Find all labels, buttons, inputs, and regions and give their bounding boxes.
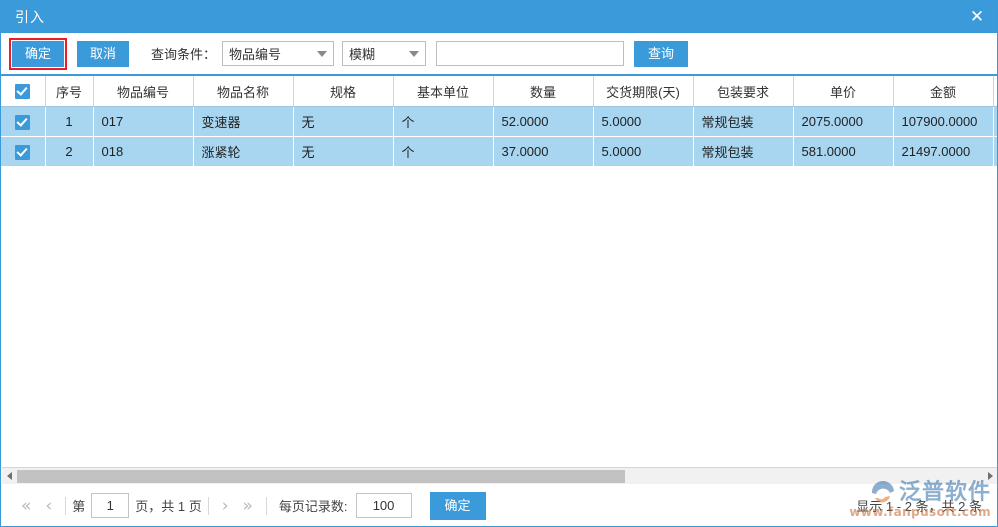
column-header-price: 单价: [793, 76, 894, 107]
cell-price: 2075.0000: [793, 106, 894, 137]
scroll-right-arrow-icon[interactable]: [983, 469, 997, 484]
record-count-label: 显示 1 - 2 条，共 2 条: [856, 499, 982, 514]
table-header-row: 序号 物品编号 物品名称 规格 基本单位 数量 交货期限(天) 包装要求 单价 金额: [1, 76, 997, 107]
row-select-cell: [1, 106, 46, 137]
scroll-left-arrow-icon[interactable]: [2, 469, 17, 484]
title-bar: 引入 ✕: [1, 1, 997, 33]
import-dialog-window: 引入 ✕ 确定 取消 查询条件： 物品编号 模糊 查询 序号 物品编号 物品名称 规格…: [0, 0, 998, 527]
page-number-input[interactable]: [91, 493, 130, 518]
cell-amount: 21497.0000: [893, 136, 994, 167]
pager-divider: [207, 496, 209, 515]
select-all-header-cell: [1, 76, 46, 107]
confirm-button-highlight: 确定: [9, 37, 67, 70]
query-match-select[interactable]: 模糊: [342, 41, 427, 66]
row-select-cell: [1, 136, 46, 167]
page-prefix-label: 第: [72, 499, 86, 514]
cell-item_no: 018: [93, 136, 194, 167]
cell-unit: 个: [393, 106, 494, 137]
cell-qty: 52.0000: [493, 106, 594, 137]
cell-qty: 37.0000: [493, 136, 594, 167]
pager-divider: [65, 496, 67, 515]
cell-amount: 107900.0000: [893, 106, 994, 137]
row-checkbox[interactable]: [15, 114, 31, 130]
cell-price: 581.0000: [793, 136, 894, 167]
page-size-input[interactable]: [355, 493, 412, 518]
column-header-seq: 序号: [45, 76, 94, 107]
query-condition-label: 查询条件：: [151, 47, 217, 62]
column-header-spec: 规格: [293, 76, 394, 107]
toolbar: 确定 取消 查询条件： 物品编号 模糊 查询: [1, 33, 997, 76]
cell-spec: 无: [293, 136, 394, 167]
search-button[interactable]: 查询: [634, 40, 689, 67]
pager-divider: [265, 496, 267, 515]
first-page-icon[interactable]: «: [14, 496, 38, 516]
cell-packing: 常规包装: [693, 106, 794, 137]
horizontal-scrollbar[interactable]: [2, 467, 997, 484]
items-table: 序号 物品编号 物品名称 规格 基本单位 数量 交货期限(天) 包装要求 单价 金额 1 017 变速…: [1, 76, 997, 167]
chevron-down-icon: [409, 50, 420, 57]
column-header-extra: [993, 76, 997, 107]
last-page-icon[interactable]: »: [236, 496, 260, 516]
select-all-checkbox[interactable]: [15, 84, 31, 100]
cell-item_name: 涨紧轮: [193, 136, 294, 167]
confirm-button[interactable]: 确定: [12, 40, 64, 67]
query-field-select-value: 物品编号: [229, 47, 282, 62]
page-suffix-label: 页，共 1 页: [135, 499, 202, 514]
cell-spec: 无: [293, 106, 394, 137]
column-header-qty: 数量: [493, 76, 594, 107]
cell-seq: 1: [45, 106, 94, 137]
cell-item_name: 变速器: [193, 106, 294, 137]
cell-seq: 2: [45, 136, 94, 167]
cell-item_no: 017: [93, 106, 194, 137]
cell-extra: [993, 136, 997, 167]
query-field-select[interactable]: 物品编号: [222, 41, 335, 66]
prev-page-icon[interactable]: ‹: [38, 496, 59, 516]
cell-lead_time: 5.0000: [593, 136, 694, 167]
table-row[interactable]: 2 018 涨紧轮无个 37.0000 5.0000 常规包装 581.0000 21497.…: [1, 136, 997, 167]
column-header-amount: 金额: [893, 76, 994, 107]
column-header-unit: 基本单位: [393, 76, 494, 107]
cancel-button[interactable]: 取消: [77, 40, 129, 67]
pager-confirm-button[interactable]: 确定: [429, 491, 486, 520]
cell-packing: 常规包装: [693, 136, 794, 167]
window-title: 引入: [15, 9, 45, 25]
table-row[interactable]: 1 017 变速器无个 52.0000 5.0000 常规包装 2075.0000 10790…: [1, 106, 997, 137]
chevron-down-icon: [317, 50, 328, 57]
cell-unit: 个: [393, 136, 494, 167]
row-checkbox[interactable]: [15, 144, 31, 160]
cell-extra: [993, 106, 997, 137]
table-head: 序号 物品编号 物品名称 规格 基本单位 数量 交货期限(天) 包装要求 单价 金额: [1, 76, 997, 107]
scrollbar-track[interactable]: [17, 469, 983, 484]
column-header-lead_time: 交货期限(天): [593, 76, 694, 107]
query-match-select-value: 模糊: [349, 47, 376, 62]
column-header-packing: 包装要求: [693, 76, 794, 107]
data-grid-area: 序号 物品编号 物品名称 规格 基本单位 数量 交货期限(天) 包装要求 单价 金额 1 017 变速…: [1, 76, 997, 466]
table-body: 1 017 变速器无个 52.0000 5.0000 常规包装 2075.0000 10790…: [1, 106, 997, 167]
column-header-item_no: 物品编号: [93, 76, 194, 107]
column-header-item_name: 物品名称: [193, 76, 294, 107]
close-icon[interactable]: ✕: [955, 1, 997, 33]
scrollbar-thumb[interactable]: [17, 469, 625, 483]
search-input[interactable]: [436, 41, 625, 66]
pagination-bar: « ‹ 第 页，共 1 页 › » 每页记录数: 确定 显示 1 - 2 条，共…: [2, 485, 997, 526]
cell-lead_time: 5.0000: [593, 106, 694, 137]
page-size-label: 每页记录数:: [278, 499, 348, 514]
next-page-icon[interactable]: ›: [215, 496, 236, 516]
